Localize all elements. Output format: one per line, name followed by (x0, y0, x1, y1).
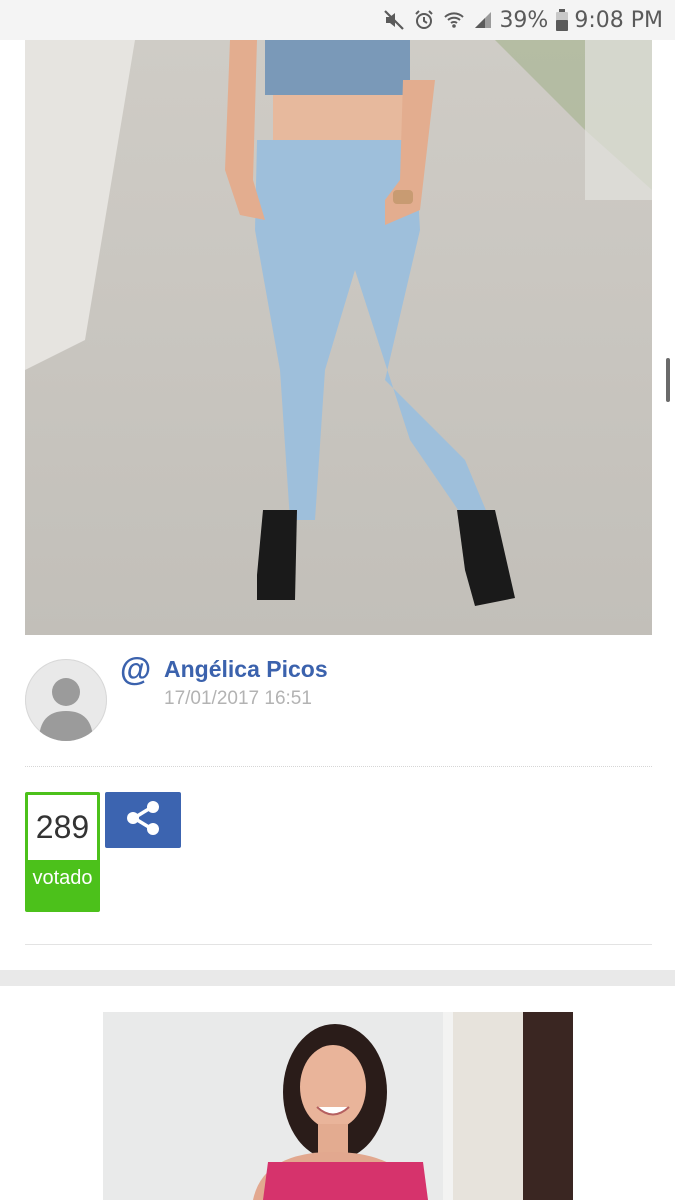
vote-count: 289 (28, 795, 97, 860)
vote-label: votado (32, 867, 93, 889)
share-icon (123, 798, 163, 843)
mute-icon (383, 9, 405, 31)
post-date: 17/01/2017 16:51 (164, 688, 312, 709)
wifi-icon (443, 9, 465, 31)
clock-time: 9:08 PM (574, 7, 663, 33)
divider (25, 766, 652, 767)
alarm-icon (413, 9, 435, 31)
avatar[interactable] (25, 659, 107, 741)
status-bar: 39% 9:08 PM (0, 0, 675, 40)
battery-percent: 39% (499, 7, 549, 33)
signal-icon (473, 10, 493, 30)
author-name[interactable]: Angélica Picos (164, 656, 328, 683)
battery-icon (556, 9, 569, 31)
divider (25, 944, 652, 945)
scrollbar-thumb[interactable] (666, 358, 670, 402)
share-button[interactable] (105, 792, 181, 848)
section-separator (0, 970, 675, 986)
at-icon: @ (120, 651, 152, 687)
post-photo[interactable] (25, 40, 652, 635)
next-post-photo[interactable] (103, 1012, 573, 1200)
vote-button[interactable]: 289 votado (25, 792, 100, 912)
